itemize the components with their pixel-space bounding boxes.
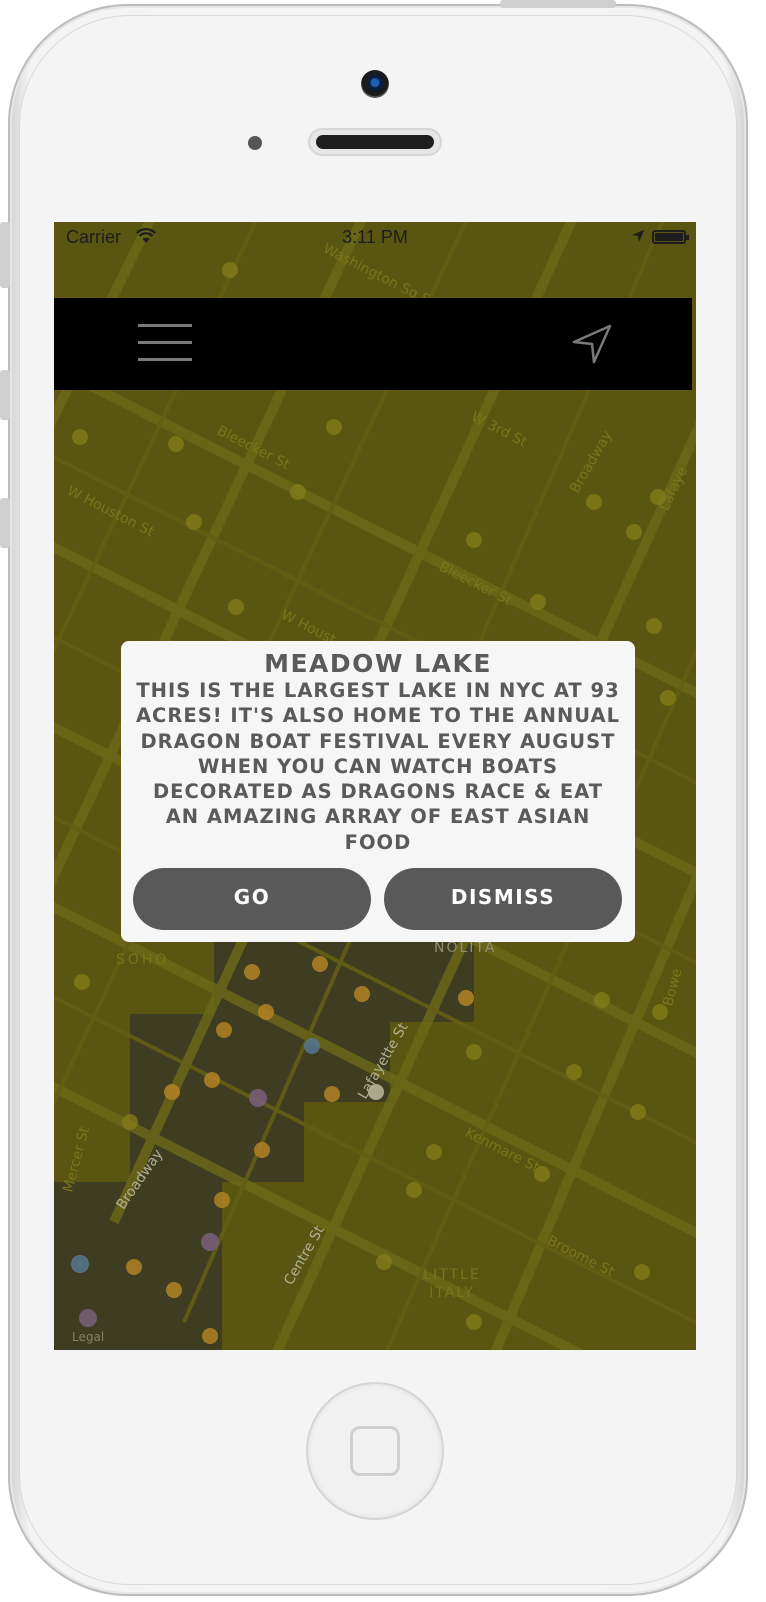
map-label-neighborhood: NOLITA (434, 940, 497, 956)
go-button[interactable]: Go (133, 868, 371, 930)
front-camera-icon (361, 70, 389, 98)
volume-up-button (0, 370, 10, 420)
earpiece-speaker (310, 130, 440, 154)
dialog-button-row: Go Dismiss (133, 868, 623, 930)
dialog-description: This is the largest lake in NYC at 93 ac… (135, 679, 621, 854)
location-services-icon (632, 230, 644, 242)
proximity-sensor (248, 136, 262, 150)
home-square-icon (350, 1426, 400, 1476)
status-bar: Carrier 3:11 PM (54, 222, 696, 252)
power-button (500, 0, 616, 8)
map-label-neighborhood: SOHO (116, 952, 170, 968)
hamburger-menu-icon[interactable] (138, 324, 192, 362)
location-info-dialog: Meadow Lake This is the largest lake in … (121, 641, 635, 942)
app-screen: Washington Sq S W 3rd St Broadway Bleeck… (54, 222, 696, 1350)
dialog-title: Meadow Lake (264, 649, 492, 678)
mute-switch (0, 222, 10, 288)
navigation-arrow-icon[interactable] (572, 324, 612, 364)
volume-down-button (0, 498, 10, 548)
home-button[interactable] (308, 1384, 442, 1518)
top-navigation-bar (54, 298, 692, 390)
dismiss-button[interactable]: Dismiss (384, 868, 622, 930)
clock-label: 3:11 PM (342, 227, 408, 247)
map-legal-link[interactable]: Legal (72, 1330, 104, 1344)
battery-icon (652, 230, 689, 244)
map-label-neighborhood: LITTLE ITALY (423, 1267, 481, 1301)
